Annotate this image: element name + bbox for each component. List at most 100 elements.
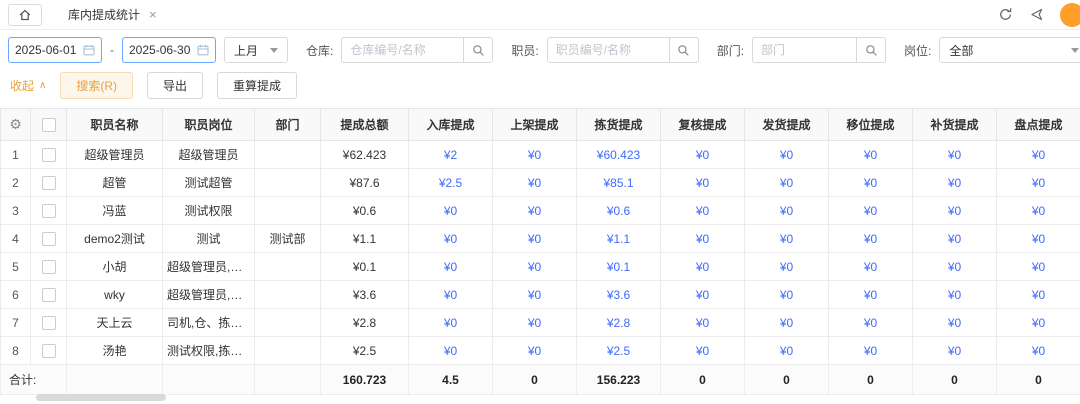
commission-link[interactable]: ¥0 [493, 253, 577, 281]
commission-link[interactable]: ¥2.5 [409, 169, 493, 197]
column-checkbox [31, 109, 67, 141]
commission-link[interactable]: ¥0 [409, 253, 493, 281]
commission-link[interactable]: ¥0.6 [577, 197, 661, 225]
commission-link[interactable]: ¥0 [997, 281, 1080, 309]
commission-link[interactable]: ¥2 [409, 141, 493, 169]
export-button[interactable]: 导出 [147, 72, 203, 99]
period-select[interactable]: 上月 [224, 37, 288, 63]
settings-gear-icon[interactable]: ⚙ [9, 116, 22, 132]
commission-link[interactable]: ¥0 [661, 281, 745, 309]
department-search-button[interactable] [856, 37, 886, 63]
commission-link[interactable]: ¥0 [661, 169, 745, 197]
home-button[interactable] [8, 4, 42, 26]
commission-link[interactable]: ¥0 [997, 197, 1080, 225]
commission-link[interactable]: ¥0 [745, 141, 829, 169]
commission-link[interactable]: ¥0 [913, 169, 997, 197]
commission-link[interactable]: ¥0 [409, 197, 493, 225]
row-index: 8 [1, 337, 31, 365]
commission-link[interactable]: ¥0 [661, 337, 745, 365]
commission-link[interactable]: ¥3.6 [577, 281, 661, 309]
commission-link[interactable]: ¥0 [745, 253, 829, 281]
row-checkbox[interactable] [42, 260, 56, 274]
commission-link[interactable]: ¥0 [661, 197, 745, 225]
horizontal-scrollbar-thumb[interactable] [36, 394, 166, 401]
commission-link[interactable]: ¥1.1 [577, 225, 661, 253]
commission-link[interactable]: ¥2.8 [577, 309, 661, 337]
commission-link[interactable]: ¥0 [913, 253, 997, 281]
commission-link[interactable]: ¥0 [493, 225, 577, 253]
commission-link[interactable]: ¥85.1 [577, 169, 661, 197]
commission-link[interactable]: ¥0 [493, 197, 577, 225]
avatar[interactable] [1060, 3, 1080, 27]
commission-link[interactable]: ¥0 [913, 337, 997, 365]
commission-link[interactable]: ¥0 [997, 337, 1080, 365]
commission-link[interactable]: ¥0 [829, 169, 913, 197]
commission-link[interactable]: ¥0 [829, 225, 913, 253]
commission-link[interactable]: ¥0 [661, 225, 745, 253]
select-all-checkbox[interactable] [42, 118, 56, 132]
commission-link[interactable]: ¥0 [493, 141, 577, 169]
warehouse-input[interactable] [341, 37, 463, 63]
commission-link[interactable]: ¥0 [829, 309, 913, 337]
row-checkbox[interactable] [42, 232, 56, 246]
date-to-input[interactable]: 2025-06-30 [122, 37, 216, 63]
column-header: 部门 [255, 109, 321, 141]
position-select[interactable]: 全部 [939, 37, 1080, 63]
commission-link[interactable]: ¥0 [661, 253, 745, 281]
tab-close-icon[interactable]: × [149, 7, 157, 22]
commission-link[interactable]: ¥0 [493, 281, 577, 309]
commission-link[interactable]: ¥0 [745, 309, 829, 337]
row-checkbox[interactable] [42, 288, 56, 302]
search-button[interactable]: 搜索(R) [60, 72, 133, 99]
commission-link[interactable]: ¥0 [829, 197, 913, 225]
commission-link[interactable]: ¥0 [913, 197, 997, 225]
row-checkbox[interactable] [42, 316, 56, 330]
commission-link[interactable]: ¥0 [997, 169, 1080, 197]
commission-link[interactable]: ¥0 [745, 169, 829, 197]
commission-link[interactable]: ¥0 [829, 141, 913, 169]
commission-link[interactable]: ¥0 [745, 337, 829, 365]
date-from-input[interactable]: 2025-06-01 [8, 37, 102, 63]
row-checkbox[interactable] [42, 204, 56, 218]
commission-link[interactable]: ¥0 [829, 337, 913, 365]
refresh-icon[interactable] [998, 7, 1013, 22]
commission-link[interactable]: ¥0 [493, 169, 577, 197]
commission-link[interactable]: ¥0 [493, 337, 577, 365]
commission-link[interactable]: ¥0 [745, 225, 829, 253]
send-icon[interactable] [1029, 7, 1044, 22]
commission-link[interactable]: ¥2.5 [577, 337, 661, 365]
commission-link[interactable]: ¥0 [829, 253, 913, 281]
commission-link[interactable]: ¥0 [913, 309, 997, 337]
recalc-button[interactable]: 重算提成 [217, 72, 297, 99]
row-checkbox[interactable] [42, 344, 56, 358]
commission-link[interactable]: ¥0 [913, 141, 997, 169]
warehouse-search-button[interactable] [463, 37, 493, 63]
staff-input[interactable] [547, 37, 669, 63]
commission-link[interactable]: ¥0 [661, 309, 745, 337]
commission-link[interactable]: ¥0 [913, 281, 997, 309]
commission-link[interactable]: ¥0 [997, 309, 1080, 337]
commission-link[interactable]: ¥0 [409, 309, 493, 337]
total-commission-cell: ¥1.1 [321, 225, 409, 253]
commission-link[interactable]: ¥0 [493, 309, 577, 337]
tab-commission-stats[interactable]: 库内提成统计 × [58, 0, 167, 29]
row-checkbox[interactable] [42, 148, 56, 162]
commission-link[interactable]: ¥0 [745, 197, 829, 225]
commission-link[interactable]: ¥0 [409, 337, 493, 365]
commission-link[interactable]: ¥0 [913, 225, 997, 253]
row-checkbox[interactable] [42, 176, 56, 190]
commission-link[interactable]: ¥60.423 [577, 141, 661, 169]
commission-link[interactable]: ¥0 [745, 281, 829, 309]
staff-search-button[interactable] [669, 37, 699, 63]
commission-link[interactable]: ¥0.1 [577, 253, 661, 281]
collapse-toggle[interactable]: 收起 ∧ [10, 77, 46, 94]
commission-link[interactable]: ¥0 [997, 225, 1080, 253]
commission-link[interactable]: ¥0 [997, 141, 1080, 169]
commission-link[interactable]: ¥0 [409, 225, 493, 253]
commission-link[interactable]: ¥0 [409, 281, 493, 309]
department-cell [255, 141, 321, 169]
commission-link[interactable]: ¥0 [661, 141, 745, 169]
commission-link[interactable]: ¥0 [829, 281, 913, 309]
commission-link[interactable]: ¥0 [997, 253, 1080, 281]
department-input[interactable] [752, 37, 856, 63]
